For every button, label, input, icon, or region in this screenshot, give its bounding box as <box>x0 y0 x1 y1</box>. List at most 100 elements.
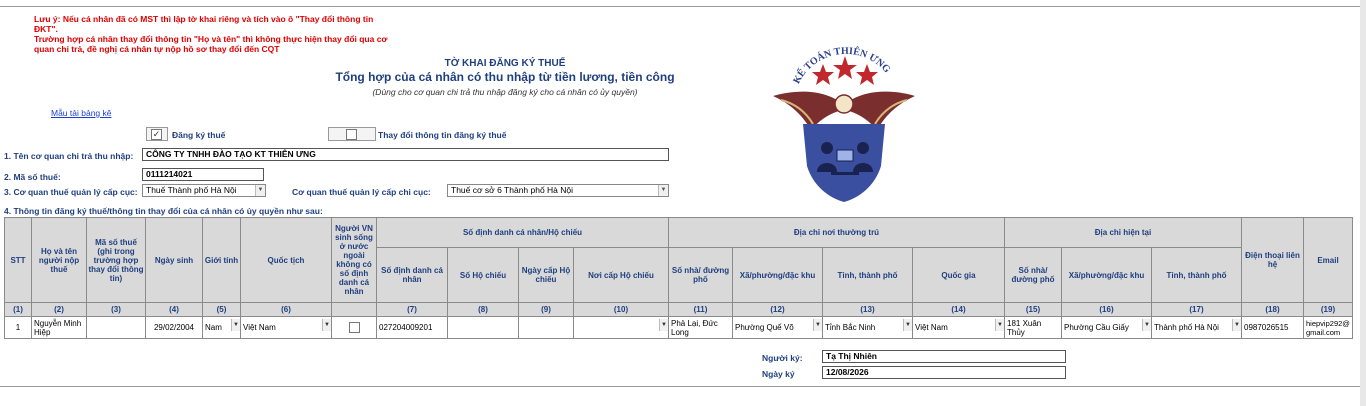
laptop-icon <box>836 149 854 162</box>
cell-mst[interactable] <box>86 316 146 339</box>
cell-perm-house[interactable]: Phả Lại, Đức Long <box>668 316 733 339</box>
col-number: (14) <box>912 302 1005 317</box>
col-number: (12) <box>732 302 823 317</box>
signer-input[interactable]: Tạ Thị Nhiên <box>822 350 1066 363</box>
header-id-no: Số định danh cá nhân <box>376 247 448 303</box>
chevron-down-icon: ▼ <box>1142 319 1151 331</box>
chevron-down-icon: ▼ <box>231 319 240 331</box>
cell-perm-city-select[interactable]: Tỉnh Bắc Ninh ▼ <box>822 316 913 339</box>
taxpayer-table: STT Họ và tên người nộp thuế Mã số thuế … <box>4 217 1353 339</box>
header-cur-city: Tỉnh, thành phố <box>1151 247 1242 303</box>
cell-perm-ward-value: Phường Quế Võ <box>735 323 794 332</box>
header-cur-group: Địa chỉ hiện tại <box>1004 217 1242 248</box>
top-divider <box>0 6 1366 7</box>
header-gender: Giới tính <box>202 217 241 303</box>
cell-email[interactable]: hiepvip292@gmail.com <box>1303 316 1353 339</box>
header-cur-ward: Xã/phường/đặc khu <box>1061 247 1152 303</box>
signer-label: Người ký: <box>762 353 803 363</box>
header-dob: Ngày sinh <box>145 217 203 303</box>
warning-note-line-2: Trường hợp cá nhân thay đổi thông tin "H… <box>34 34 388 54</box>
person-icon <box>821 142 833 154</box>
col-number: (16) <box>1061 302 1152 317</box>
header-perm-house: Số nhà/ đường phố <box>668 247 733 303</box>
form-title-line2: Tổng hợp của cá nhân có thu nhập từ tiền… <box>335 70 675 84</box>
cell-passport-place-select[interactable]: ▼ <box>573 316 669 339</box>
header-mst: Mã số thuế (ghi trong trường hợp thay đổ… <box>86 217 146 303</box>
chevron-down-icon: ▼ <box>322 319 331 331</box>
cell-perm-country-value: Việt Nam <box>915 323 948 332</box>
sign-date-input[interactable]: 12/08/2026 <box>822 366 1066 379</box>
cell-passport-no[interactable] <box>447 316 519 339</box>
cell-passport-date[interactable] <box>518 316 574 339</box>
register-checkbox-label: Đăng ký thuế <box>172 130 226 140</box>
header-perm-country: Quốc gia <box>912 247 1005 303</box>
desk-icon <box>831 172 859 175</box>
col-number: (8) <box>447 302 519 317</box>
sign-date-label: Ngày ký <box>762 369 795 379</box>
header-perm-city: Tỉnh, thành phố <box>822 247 913 303</box>
chevron-down-icon: ▼ <box>659 319 668 331</box>
chevron-down-icon: ▼ <box>255 185 265 196</box>
warning-note-line-1: Lưu ý: Nếu cá nhân đã có MST thì lập tờ … <box>34 14 374 34</box>
cell-perm-country-select[interactable]: Việt Nam ▼ <box>912 316 1005 339</box>
cell-name[interactable]: Nguyễn Minh Hiệp <box>31 316 87 339</box>
payer-name-input[interactable]: CÔNG TY TNHH ĐÀO TẠO KT THIÊN ƯNG <box>142 148 669 161</box>
cell-phone[interactable]: 0987026515 <box>1241 316 1304 339</box>
header-name: Họ và tên người nộp thuế <box>31 217 87 303</box>
tax-dept-select[interactable]: Thuế Thành phố Hà Nội ▼ <box>142 184 266 197</box>
col-number: (10) <box>573 302 669 317</box>
col-number: (3) <box>86 302 146 317</box>
header-nationality: Quốc tịch <box>240 217 332 303</box>
tax-subdept-select[interactable]: Thuế cơ sở 6 Thành phố Hà Nội ▼ <box>447 184 669 197</box>
col-number: (15) <box>1004 302 1062 317</box>
cell-cur-city-value: Thành phố Hà Nội <box>1154 323 1219 332</box>
cell-nationality-value: Việt Nam <box>243 323 276 332</box>
cell-gender-select[interactable]: Nam ▼ <box>202 316 241 339</box>
chevron-down-icon: ▼ <box>903 319 912 331</box>
warning-note: Lưu ý: Nếu cá nhân đã có MST thì lập tờ … <box>34 14 394 54</box>
cell-cur-house[interactable]: 181 Xuân Thủy <box>1004 316 1062 339</box>
tax-dept-value: Thuế Thành phố Hà Nội <box>146 185 237 195</box>
form-title-line3: (Dùng cho cơ quan chi trả thu nhập đăng … <box>372 87 638 97</box>
chevron-down-icon: ▼ <box>995 319 1004 331</box>
col-number: (13) <box>822 302 913 317</box>
star-icon <box>833 56 857 79</box>
bottom-divider <box>0 386 1366 387</box>
header-passport-no: Số Hộ chiếu <box>447 247 519 303</box>
cell-nationality-select[interactable]: Việt Nam ▼ <box>240 316 332 339</box>
header-id-group: Số định danh cá nhân/Hộ chiếu <box>376 217 669 248</box>
col-number: (6) <box>240 302 332 317</box>
person-icon <box>857 142 869 154</box>
eagle-head-icon <box>834 94 854 114</box>
cell-perm-city-value: Tỉnh Bắc Ninh <box>825 323 876 332</box>
cell-perm-ward-select[interactable]: Phường Quế Võ ▼ <box>732 316 823 339</box>
col-number: (1) <box>4 302 32 317</box>
header-stt: STT <box>4 217 32 303</box>
col-number: (17) <box>1151 302 1242 317</box>
col-number: (18) <box>1241 302 1304 317</box>
chevron-down-icon: ▼ <box>1232 319 1241 331</box>
header-perm-ward: Xã/phường/đặc khu <box>732 247 823 303</box>
cell-abroad <box>331 316 377 339</box>
template-download-link[interactable]: Mẫu tải bảng kê <box>51 108 111 118</box>
header-abroad: Người VN sinh sống ở nước ngoài không có… <box>331 217 377 303</box>
tax-code-input[interactable]: 0111214021 <box>142 168 264 181</box>
abroad-checkbox[interactable] <box>348 322 360 333</box>
register-checkbox[interactable]: ✓ <box>151 129 162 140</box>
register-checkbox-frame: ✓ <box>146 127 168 141</box>
tax-dept-label: 3. Cơ quan thuế quản lý cấp cục: <box>4 187 138 197</box>
cell-dob[interactable]: 29/02/2004 <box>145 316 203 339</box>
change-checkbox[interactable] <box>346 129 357 140</box>
col-number: (19) <box>1303 302 1353 317</box>
payer-label: 1. Tên cơ quan chi trả thu nhập: <box>4 151 134 161</box>
cell-cur-ward-select[interactable]: Phường Cầu Giấy ▼ <box>1061 316 1152 339</box>
cell-id-no[interactable]: 027204009201 <box>376 316 448 339</box>
chevron-down-icon: ▼ <box>813 319 822 331</box>
col-number <box>331 302 377 317</box>
col-number: (4) <box>145 302 203 317</box>
tax-subdept-value: Thuế cơ sở 6 Thành phố Hà Nội <box>451 185 574 195</box>
change-checkbox-frame <box>328 127 376 141</box>
cell-cur-city-select[interactable]: Thành phố Hà Nội ▼ <box>1151 316 1242 339</box>
vertical-scrollbar[interactable] <box>1360 0 1366 406</box>
header-cur-house: Số nhà/ đường phố <box>1004 247 1062 303</box>
